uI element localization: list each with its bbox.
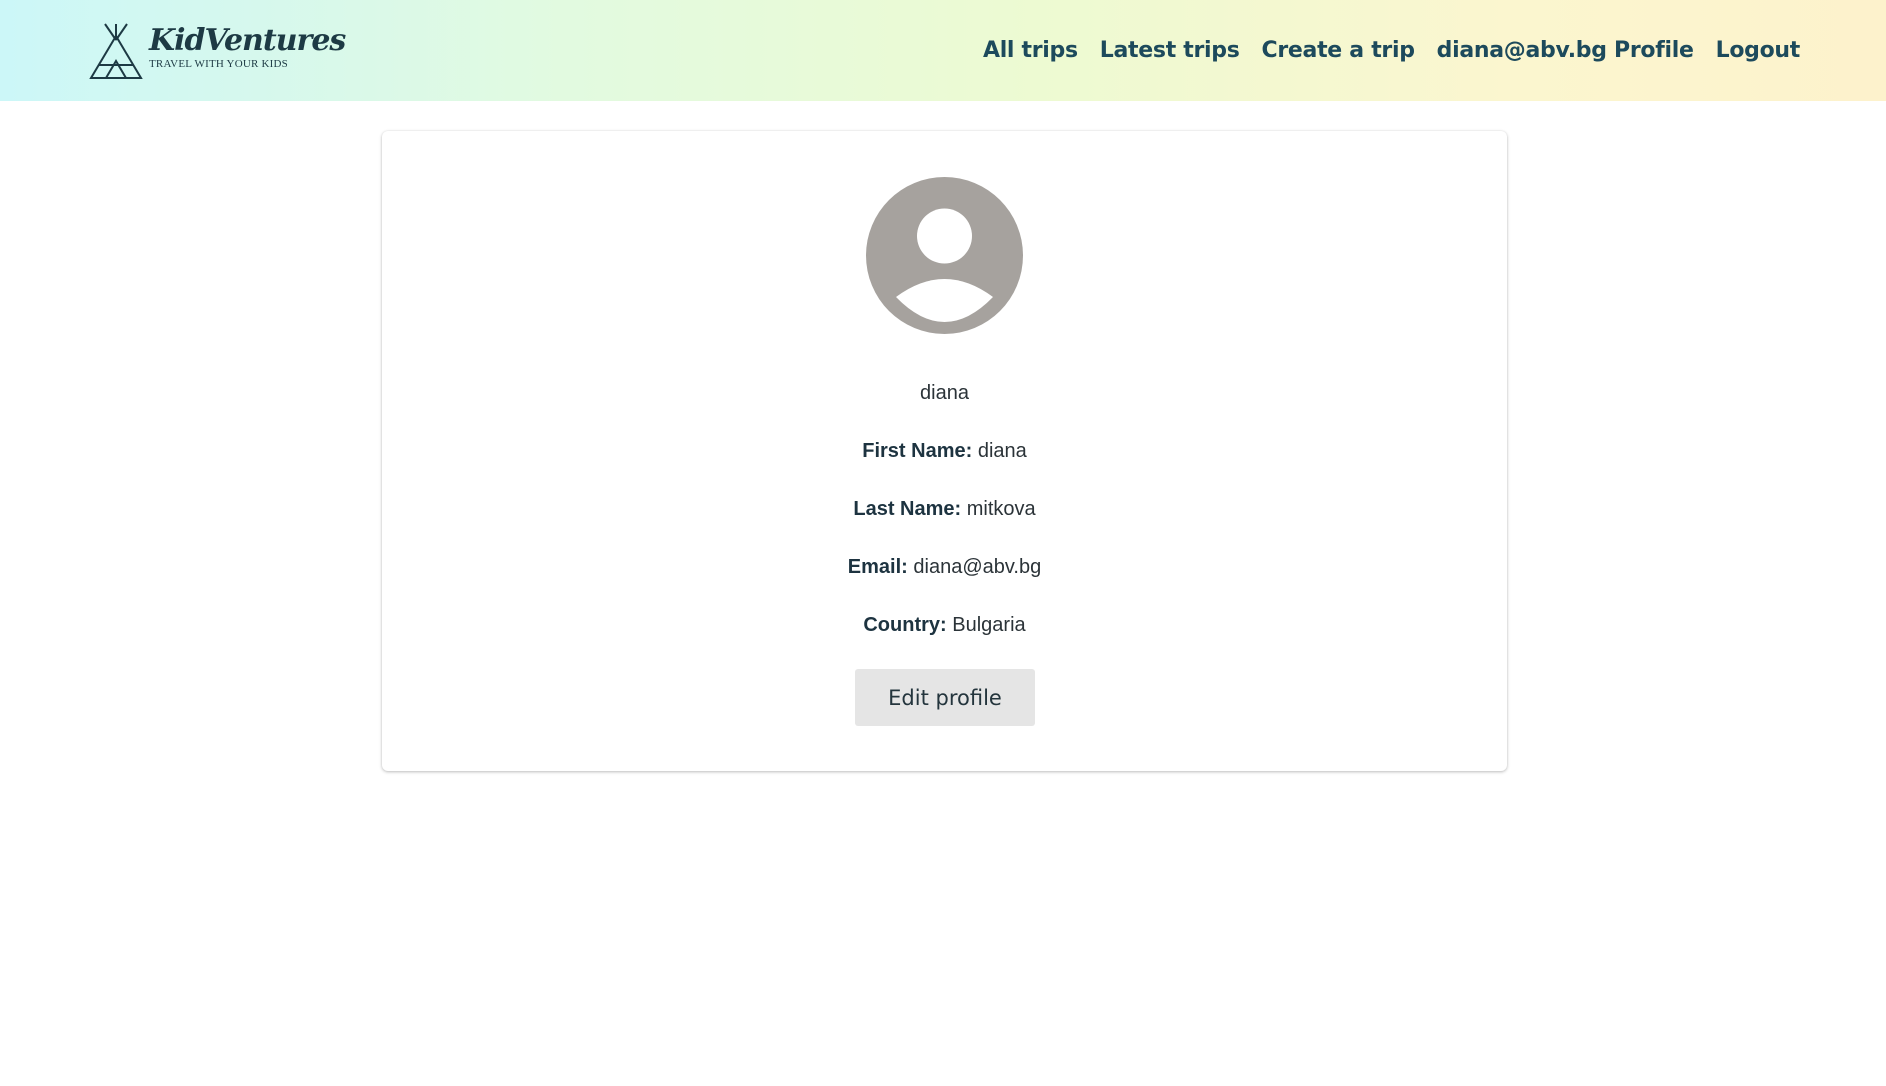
- profile-username: diana: [920, 382, 969, 404]
- first-name-label: First Name:: [862, 440, 973, 462]
- country-label: Country:: [863, 614, 947, 636]
- nav-all-trips[interactable]: All trips: [983, 36, 1078, 66]
- profile-country: Country: Bulgaria: [382, 613, 1507, 637]
- country-value: Bulgaria: [952, 614, 1026, 636]
- edit-profile-button[interactable]: Edit profile: [855, 669, 1035, 726]
- site-header: KidVentures TRAVEL WITH YOUR KIDS All tr…: [0, 0, 1886, 101]
- nav-logout[interactable]: Logout: [1716, 36, 1801, 66]
- teepee-icon: [89, 23, 143, 79]
- email-value: diana@abv.bg: [913, 556, 1042, 578]
- profile-email: Email: diana@abv.bg: [382, 555, 1507, 579]
- user-avatar-icon: [866, 177, 1023, 334]
- nav-create-trip[interactable]: Create a trip: [1262, 36, 1415, 66]
- logo-title: KidVentures: [149, 23, 346, 58]
- main-nav: All trips Latest trips Create a trip dia…: [961, 36, 1800, 66]
- profile-card: diana First Name: diana Last Name: mitko…: [382, 131, 1507, 771]
- profile-last-name: Last Name: mitkova: [382, 497, 1507, 521]
- last-name-value: mitkova: [966, 498, 1036, 520]
- first-name-value: diana: [977, 440, 1027, 462]
- profile-first-name: First Name: diana: [382, 439, 1507, 463]
- logo-tagline: TRAVEL WITH YOUR KIDS: [149, 58, 288, 70]
- nav-profile[interactable]: diana@abv.bg Profile: [1437, 36, 1694, 66]
- email-label: Email:: [847, 556, 908, 578]
- nav-latest-trips[interactable]: Latest trips: [1100, 36, 1240, 66]
- site-logo[interactable]: KidVentures TRAVEL WITH YOUR KIDS: [89, 22, 346, 80]
- last-name-label: Last Name:: [853, 498, 962, 520]
